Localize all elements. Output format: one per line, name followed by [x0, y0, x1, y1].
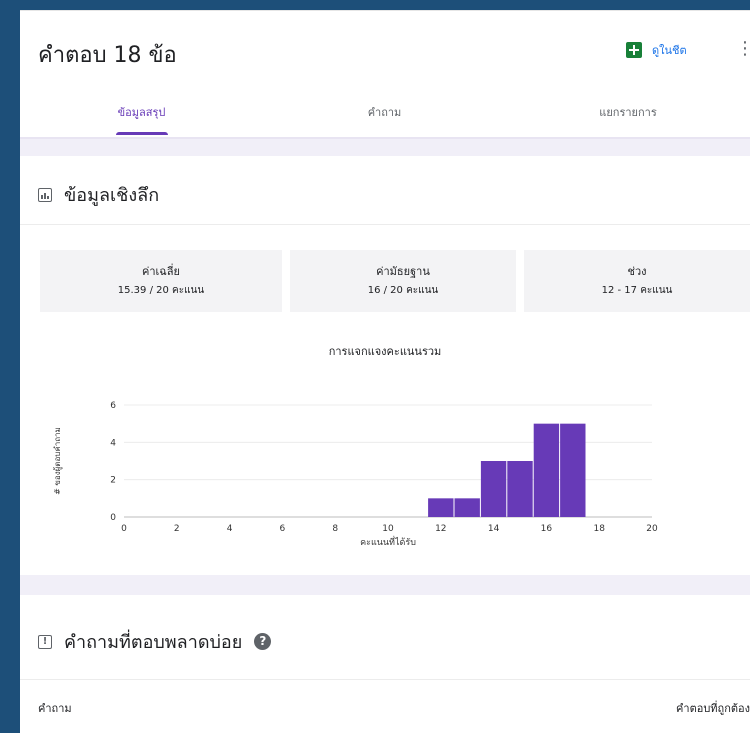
x-tick-label: 2 — [174, 524, 180, 534]
more-options-icon[interactable]: ⋮ — [736, 40, 750, 58]
response-tabs: ข้อมูลสรุป คำถาม แยกรายการ — [20, 97, 750, 137]
y-tick-label: 2 — [110, 476, 116, 486]
tab-questions[interactable]: คำถาม — [263, 97, 506, 137]
tab-individual[interactable]: แยกรายการ — [506, 97, 750, 137]
sheets-icon — [626, 42, 642, 58]
responses-header: คำตอบ 18 ข้อ ดูในชีต ⋮ ข้อมูลสรุป คำถาม … — [20, 10, 750, 139]
x-tick-label: 20 — [646, 524, 658, 534]
x-tick-label: 6 — [280, 524, 286, 534]
tab-individual-label: แยกรายการ — [599, 106, 657, 119]
x-tick-label: 16 — [541, 524, 553, 534]
stats-card: ค่าเฉลี่ย 15.39 / 20 คะแนน ค่ามัธยฐาน 16… — [20, 225, 750, 575]
bar-chart-icon — [38, 187, 52, 202]
column-correct-answer-header: คำตอบที่ถูกต้อง — [676, 702, 750, 715]
stat-range-value: 12 - 17 คะแนน — [601, 285, 673, 296]
stat-average: ค่าเฉลี่ย 15.39 / 20 คะแนน — [40, 250, 282, 312]
tab-active-indicator — [115, 132, 168, 135]
x-tick-label: 0 — [121, 524, 127, 534]
alert-icon: ! — [38, 634, 52, 649]
tab-questions-label: คำถาม — [367, 106, 402, 119]
x-tick-label: 8 — [332, 524, 338, 534]
histogram-bar — [533, 423, 560, 517]
x-tick-label: 12 — [435, 524, 446, 534]
view-in-sheets-label: ดูในชีต — [652, 44, 687, 57]
stat-average-value: 15.39 / 20 คะแนน — [117, 285, 205, 296]
histogram-bar — [428, 498, 454, 517]
help-icon[interactable]: ? — [254, 633, 272, 650]
insights-header-card: ข้อมูลเชิงลึก — [20, 156, 750, 224]
responses-title: คำตอบ 18 ข้อ — [38, 43, 177, 68]
frequently-missed-title: คำถามที่ตอบพลาดบ่อย — [64, 632, 243, 653]
stat-median-value: 16 / 20 คะแนน — [367, 285, 439, 296]
section-gap — [20, 575, 750, 595]
insights-heading: ข้อมูลเชิงลึก — [38, 180, 159, 209]
y-tick-label: 4 — [110, 438, 116, 448]
column-question-header: คำถาม — [38, 702, 72, 715]
y-tick-label: 0 — [110, 513, 116, 523]
stat-range: ช่วง 12 - 17 คะแนน — [524, 250, 750, 312]
tab-summary-label: ข้อมูลสรุป — [117, 106, 166, 119]
forms-responses-page: คำตอบ 18 ข้อ ดูในชีต ⋮ ข้อมูลสรุป คำถาม … — [20, 10, 750, 733]
histogram-bar — [480, 461, 507, 517]
x-tick-label: 10 — [382, 524, 394, 534]
frequently-missed-heading: ! คำถามที่ตอบพลาดบ่อย ? — [38, 627, 272, 656]
chart-title: การแจกแจงคะแนนรวม — [328, 345, 442, 358]
tabs-divider — [20, 137, 750, 139]
histogram-bar — [560, 423, 586, 517]
stat-median: ค่ามัธยฐาน 16 / 20 คะแนน — [290, 250, 516, 312]
mistakes-divider — [20, 679, 750, 680]
y-tick-label: 6 — [110, 401, 116, 411]
stat-range-label: ช่วง — [627, 265, 647, 278]
score-distribution-chart: 0 2 4 6 0 2 4 6 8 10 12 14 16 18 20 คะแนนที่ได้รับ # ของ… — [53, 401, 658, 548]
histogram-bar — [454, 498, 480, 517]
frequently-missed-card: ! คำถามที่ตอบพลาดบ่อย ? คำถาม คำตอบที่ถู… — [20, 595, 750, 733]
histogram-bar — [507, 461, 533, 517]
x-tick-label: 18 — [593, 524, 605, 534]
x-tick-label: 14 — [488, 524, 500, 534]
stat-average-label: ค่าเฉลี่ย — [142, 265, 180, 278]
x-tick-label: 4 — [227, 524, 233, 534]
y-axis-label: # ของผู้ตอบคำถาม — [53, 427, 63, 495]
stat-median-label: ค่ามัธยฐาน — [376, 265, 430, 278]
x-axis-label: คะแนนที่ได้รับ — [360, 535, 416, 548]
tab-summary[interactable]: ข้อมูลสรุป — [20, 97, 263, 137]
insights-title: ข้อมูลเชิงลึก — [64, 185, 160, 206]
view-in-sheets-button[interactable]: ดูในชีต — [626, 41, 687, 59]
